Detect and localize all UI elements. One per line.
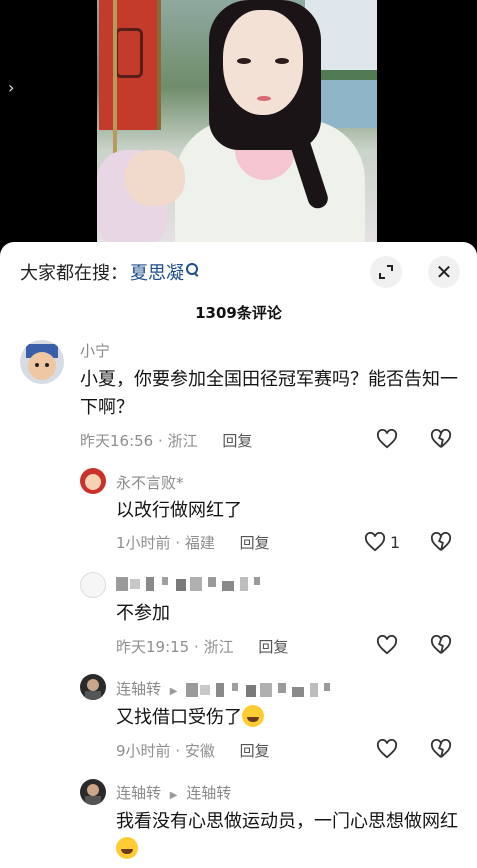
- trending-search-term[interactable]: 夏思凝: [130, 259, 184, 285]
- comment-meta: 9小时前 · 安徽 回复: [116, 740, 270, 761]
- reply-button[interactable]: 回复: [222, 432, 252, 450]
- meta-dot: ·: [158, 432, 168, 450]
- comment-meta: 1小时前 · 福建 回复: [116, 532, 270, 553]
- comment-text: 小夏，你要参加全国田径冠军赛吗？能否告知一下啊？: [80, 369, 458, 418]
- broken-heart-icon: [430, 634, 452, 654]
- comment-time: 昨天16:56: [80, 432, 154, 450]
- comment-text: 我看没有心思做运动员，一门心思想做网红: [116, 808, 461, 864]
- video-frame: [97, 0, 377, 250]
- meta-dot: ·: [175, 534, 185, 552]
- broken-heart-icon: [430, 428, 452, 448]
- avatar-image: [80, 674, 106, 700]
- comment-author[interactable]: 永不言败*: [116, 472, 184, 493]
- close-button[interactable]: ✕: [428, 256, 460, 288]
- avatar[interactable]: [80, 572, 106, 598]
- dislike-button[interactable]: [430, 634, 452, 659]
- reply-button[interactable]: 回复: [240, 534, 270, 552]
- avatar-image: [80, 779, 106, 805]
- like-button[interactable]: [376, 429, 398, 449]
- like-button[interactable]: [376, 635, 398, 655]
- comment-author-line: 连轴转 ▶ 连轴转: [116, 782, 231, 803]
- like-count: 1: [390, 532, 401, 552]
- comment-author[interactable]: 连轴转: [116, 784, 161, 802]
- dislike-button[interactable]: [430, 531, 452, 556]
- lips: [257, 96, 271, 101]
- dislike-button[interactable]: [430, 738, 452, 763]
- avatar[interactable]: [20, 340, 64, 384]
- trending-search[interactable]: 大家都在搜： 夏思凝: [20, 260, 199, 284]
- comment-text: 不参加: [116, 603, 170, 624]
- comment-time: 昨天19:15: [116, 638, 190, 656]
- comment-meta: 昨天19:15 · 浙江 回复: [116, 636, 288, 657]
- right-eye: [275, 58, 289, 64]
- comment-text-content: 我看没有心思做运动员，一门心思想做网红: [116, 811, 458, 832]
- comment-count: 1309条评论: [195, 304, 282, 322]
- red-banner: [99, 0, 161, 130]
- trending-search-label: 大家都在搜：: [20, 263, 128, 284]
- comment-author-line: 连轴转 ▶: [116, 678, 336, 699]
- avatar-image: [80, 468, 106, 494]
- heart-outline-icon: [376, 635, 398, 655]
- heart-outline-icon: [376, 739, 398, 759]
- heart-outline-icon: [364, 532, 386, 552]
- redacted-name-mosaic: [186, 682, 331, 697]
- comment-text: 以改行做网红了: [116, 500, 242, 521]
- close-icon: ✕: [435, 260, 453, 284]
- comment-location: 安徽: [184, 742, 215, 760]
- reply-to-author[interactable]: 连轴转: [186, 784, 231, 802]
- comment-time: 1小时前: [116, 534, 171, 552]
- comment-location: 福建: [184, 534, 215, 552]
- comment-author-redacted[interactable]: [116, 574, 266, 593]
- comment-sheet: 大家都在搜： 夏思凝 ✕ 1309条评论 小宁 小夏，你要参加全国田径冠军赛吗？…: [0, 242, 477, 868]
- avatar-image: [20, 340, 64, 384]
- comment-author[interactable]: 连轴转: [116, 680, 161, 698]
- meta-dot: ·: [194, 638, 204, 656]
- dislike-button[interactable]: [430, 428, 452, 453]
- avatar[interactable]: [80, 468, 106, 494]
- avatar[interactable]: [80, 674, 106, 700]
- comment-location: 浙江: [167, 432, 198, 450]
- meta-dot: ·: [175, 742, 185, 760]
- avatar[interactable]: [80, 779, 106, 805]
- reply-arrow-icon: ▶: [169, 790, 178, 801]
- reply-button[interactable]: 回复: [258, 638, 288, 656]
- expand-button[interactable]: [370, 256, 402, 288]
- redacted-name-mosaic: [116, 576, 260, 591]
- laughing-crying-emoji-icon: [242, 705, 264, 727]
- reply-arrow-icon: ▶: [169, 686, 178, 697]
- expand-icon: [379, 265, 393, 279]
- like-button[interactable]: [376, 739, 398, 759]
- comment-author[interactable]: 小宁: [80, 340, 110, 361]
- broken-heart-icon: [430, 738, 452, 758]
- comment-location: 浙江: [203, 638, 234, 656]
- search-icon: [186, 262, 199, 276]
- comment-meta: 昨天16:56 · 浙江 回复: [80, 430, 252, 451]
- video-player[interactable]: ›: [0, 0, 477, 250]
- reply-button[interactable]: 回复: [240, 742, 270, 760]
- comment-time: 9小时前: [116, 742, 171, 760]
- heart-outline-icon: [376, 429, 398, 449]
- comment-text-content: 又找借口受伤了: [116, 707, 242, 728]
- chevron-right-icon[interactable]: ›: [8, 78, 14, 97]
- pointing-hand: [125, 150, 185, 206]
- comment-text: 又找借口受伤了: [116, 704, 456, 732]
- laughing-crying-emoji-icon: [116, 837, 138, 859]
- left-eye: [237, 58, 251, 64]
- broken-heart-icon: [430, 531, 452, 551]
- like-button[interactable]: 1: [364, 532, 400, 552]
- banner-mark: [115, 28, 143, 78]
